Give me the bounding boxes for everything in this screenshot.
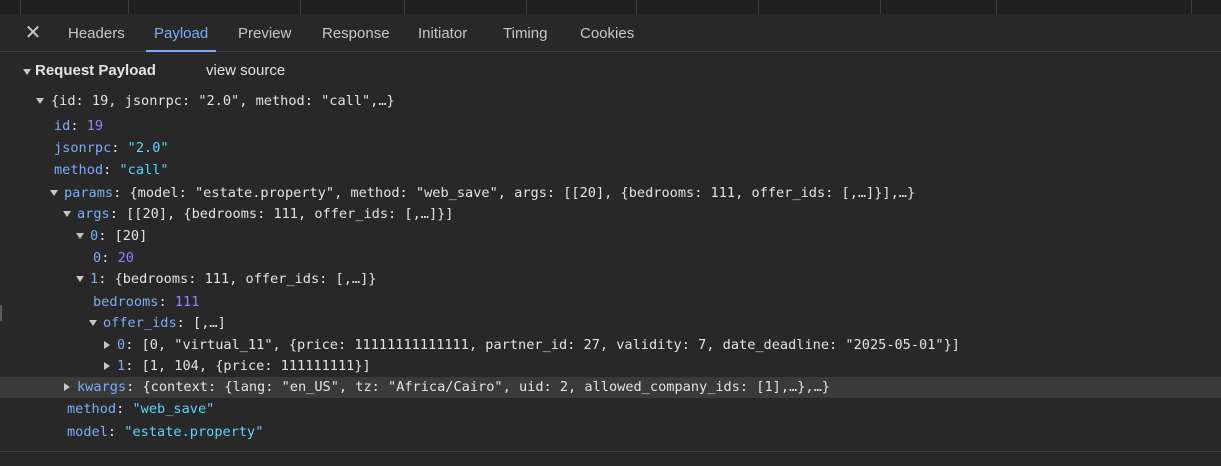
column-divider — [758, 0, 759, 14]
expand-triangle-icon[interactable] — [76, 276, 84, 282]
key-kwargs: kwargs — [77, 379, 127, 395]
key-args-0: 0 — [90, 228, 99, 244]
request-payload-header[interactable]: Request Payload view source — [0, 60, 1221, 84]
value-id: 19 — [86, 118, 104, 134]
column-divider — [636, 0, 637, 14]
tree-row-args[interactable]: args: [[20], {bedrooms: 111, offer_ids: … — [0, 204, 1221, 225]
expand-triangle-icon[interactable] — [23, 69, 31, 75]
tree-row-args-1[interactable]: 1: {bedrooms: 111, offer_ids: [,…]} — [0, 269, 1221, 290]
key-model: model — [67, 424, 108, 440]
key-method: method — [54, 162, 104, 178]
column-divider — [404, 0, 405, 14]
tab-cookies[interactable]: Cookies — [580, 14, 634, 51]
key-offer-ids: offer_ids — [103, 315, 177, 331]
value-model: "estate.property" — [124, 424, 264, 440]
top-panel-strip — [0, 0, 1221, 14]
detail-tab-bar: ✕ Headers Payload Preview Response Initi… — [0, 14, 1221, 52]
tab-initiator[interactable]: Initiator — [418, 14, 467, 51]
tab-payload-label: Payload — [154, 25, 209, 42]
tree-row-params[interactable]: params: {model: "estate.property", metho… — [0, 183, 1221, 204]
value-method: "call" — [119, 162, 169, 178]
tree-row-offer-0[interactable]: 0: [0, "virtual_11", {price: 11111111111… — [0, 335, 1221, 356]
tree-row-offer-1[interactable]: 1: [1, 104, {price: 111111111}] — [0, 356, 1221, 377]
args-0-preview: [20] — [114, 228, 148, 244]
column-divider — [526, 0, 527, 14]
offer-ids-preview: [,…] — [193, 315, 226, 331]
tab-payload[interactable]: Payload — [146, 14, 217, 52]
close-icon[interactable]: ✕ — [23, 22, 43, 42]
tree-row-args-0-0: 0: 20 — [93, 250, 134, 266]
column-divider — [300, 0, 301, 14]
params-preview: {model: "estate.property", method: "web_… — [129, 185, 916, 201]
key-params: params — [64, 185, 114, 201]
collapsed-triangle-icon[interactable] — [104, 362, 110, 370]
column-divider — [880, 0, 881, 14]
tree-row-params-method: method: "web_save" — [67, 401, 215, 417]
key-id: id — [54, 118, 71, 134]
value-args-0-0: 20 — [117, 250, 134, 266]
kwargs-preview: {context: {lang: "en_US", tz: "Africa/Ca… — [142, 379, 830, 395]
column-divider — [128, 0, 129, 14]
key-args-0-0: 0 — [93, 250, 102, 266]
tree-row-offer-ids[interactable]: offer_ids: [,…] — [0, 313, 1221, 334]
key-offer-1: 1 — [117, 358, 126, 374]
active-tab-indicator — [146, 50, 217, 52]
tree-row-jsonrpc: jsonrpc: "2.0" — [54, 140, 169, 156]
tree-row-method: method: "call" — [54, 162, 169, 178]
value-jsonrpc: "2.0" — [127, 140, 169, 156]
key-args-1: 1 — [90, 271, 99, 287]
key-bedrooms: bedrooms — [93, 294, 159, 310]
key-args: args — [77, 206, 110, 222]
tab-timing[interactable]: Timing — [503, 14, 547, 51]
expand-triangle-icon[interactable] — [89, 320, 97, 326]
tree-row-args-0[interactable]: 0: [20] — [0, 226, 1221, 247]
expand-triangle-icon[interactable] — [36, 98, 44, 104]
collapsed-triangle-icon[interactable] — [104, 341, 110, 349]
column-divider — [20, 0, 21, 14]
request-payload-title: Request Payload — [35, 62, 156, 79]
bottom-divider — [0, 451, 1221, 452]
tab-preview[interactable]: Preview — [238, 14, 291, 51]
root-preview: {id: 19, jsonrpc: "2.0", method: "call",… — [51, 93, 395, 109]
tree-row-bedrooms: bedrooms: 111 — [93, 294, 200, 310]
key-jsonrpc: jsonrpc — [54, 140, 112, 156]
column-divider — [996, 0, 997, 14]
collapsed-triangle-icon[interactable] — [64, 383, 70, 391]
tree-row-id: id: 19 — [54, 118, 104, 134]
tab-response[interactable]: Response — [322, 14, 390, 51]
tab-headers[interactable]: Headers — [68, 14, 125, 51]
offer-1-preview: [1, 104, {price: 111111111}] — [141, 358, 371, 374]
tree-row-model: model: "estate.property" — [67, 424, 264, 440]
key-offer-0: 0 — [117, 337, 126, 353]
column-divider — [1191, 0, 1192, 14]
tree-row-root[interactable]: {id: 19, jsonrpc: "2.0", method: "call",… — [0, 91, 1221, 112]
view-source-link[interactable]: view source — [206, 62, 285, 79]
value-params-method: "web_save" — [132, 401, 215, 417]
expand-triangle-icon[interactable] — [50, 190, 58, 196]
value-bedrooms: 111 — [174, 294, 200, 310]
args-1-preview: {bedrooms: 111, offer_ids: [,…]} — [114, 271, 377, 287]
args-preview: [[20], {bedrooms: 111, offer_ids: [,…]}] — [126, 206, 454, 222]
key-params-method: method — [67, 401, 117, 417]
expand-triangle-icon[interactable] — [76, 233, 84, 239]
expand-triangle-icon[interactable] — [63, 211, 71, 217]
tree-row-kwargs[interactable]: kwargs: {context: {lang: "en_US", tz: "A… — [0, 377, 1221, 398]
offer-0-preview: [0, "virtual_11", {price: 11111111111111… — [141, 337, 960, 353]
